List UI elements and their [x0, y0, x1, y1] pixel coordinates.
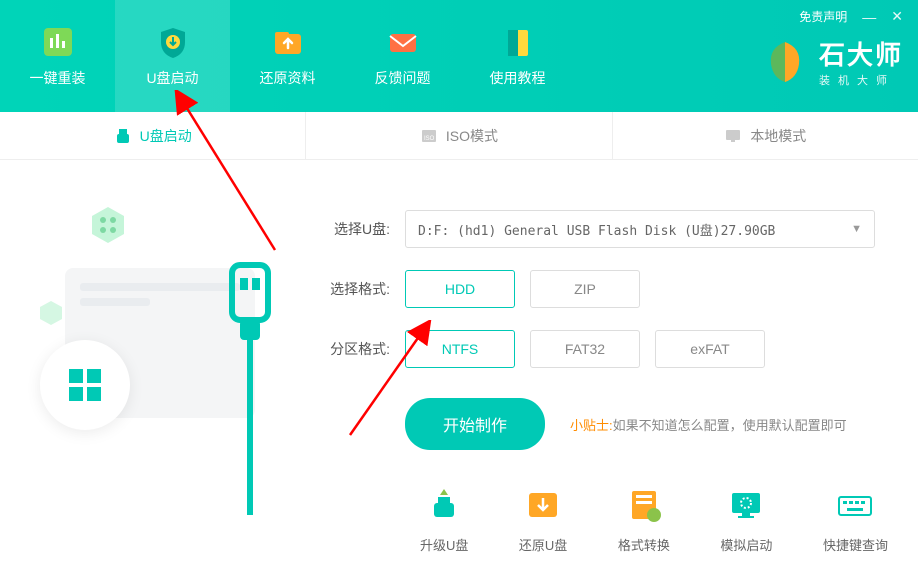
sub-tab-label: ISO模式 [446, 126, 498, 146]
tip-body: 如果不知道怎么配置，使用默认配置即可 [613, 418, 847, 433]
sub-tab-iso[interactable]: ISO ISO模式 [306, 112, 612, 159]
format-option-hdd[interactable]: HDD [405, 270, 515, 308]
action-label: 还原U盘 [519, 535, 567, 554]
header: 一键重装 U盘启动 还原资料 反馈问题 使用教程 [0, 0, 918, 112]
partition-label: 分区格式: [320, 339, 390, 359]
tip-label: 小贴士: [570, 418, 613, 433]
monitor-icon [724, 127, 742, 145]
partition-row: 分区格式: NTFS FAT32 exFAT [320, 330, 888, 368]
brand-logo-icon [761, 38, 809, 86]
usb-select[interactable]: D:F: (hd1) General USB Flash Disk (U盘)27… [405, 210, 875, 248]
sub-tab-label: U盘启动 [140, 126, 192, 146]
keyboard-icon [835, 485, 875, 525]
format-label: 选择格式: [320, 279, 390, 299]
brand-text: 石大师 装机大师 [819, 35, 903, 88]
action-row: 开始制作 小贴士:如果不知道怎么配置，使用默认配置即可 [320, 398, 888, 450]
format-row: 选择格式: HDD ZIP [320, 270, 888, 308]
action-label: 快捷键查询 [823, 535, 888, 554]
brand-title: 石大师 [819, 35, 903, 72]
convert-icon [624, 485, 664, 525]
nav-tab-tutorial[interactable]: 使用教程 [460, 0, 575, 112]
format-option-zip[interactable]: ZIP [530, 270, 640, 308]
nav-tab-usb-boot[interactable]: U盘启动 [115, 0, 230, 112]
simulate-icon [726, 485, 766, 525]
nav-tab-label: 反馈问题 [375, 68, 431, 88]
sub-tab-local[interactable]: 本地模式 [613, 112, 918, 159]
usb-icon [114, 127, 132, 145]
chevron-down-icon: ▼ [851, 223, 862, 235]
svg-text:ISO: ISO [424, 136, 435, 142]
sub-tab-label: 本地模式 [750, 126, 806, 146]
usb-select-row: 选择U盘: D:F: (hd1) General USB Flash Disk … [320, 210, 888, 248]
nav-tab-label: U盘启动 [146, 68, 198, 88]
disclaimer-link[interactable]: 免责声明 [799, 8, 847, 25]
illustration [0, 160, 310, 579]
nav-tab-label: 一键重装 [30, 68, 86, 88]
bottom-actions: 升级U盘 还原U盘 格式转换 模拟启动 快捷键查询 [420, 485, 888, 554]
brand: 石大师 装机大师 [761, 35, 903, 88]
nav-tab-label: 还原资料 [260, 68, 316, 88]
sub-tab-usb[interactable]: U盘启动 [0, 112, 306, 159]
action-label: 升级U盘 [420, 535, 468, 554]
minimize-icon[interactable]: — [862, 9, 876, 25]
action-simulate[interactable]: 模拟启动 [720, 485, 772, 554]
restore-icon [523, 485, 563, 525]
action-label: 模拟启动 [720, 535, 772, 554]
action-restore-usb[interactable]: 还原U盘 [519, 485, 567, 554]
action-upgrade-usb[interactable]: 升级U盘 [420, 485, 468, 554]
partition-option-ntfs[interactable]: NTFS [405, 330, 515, 368]
nav-tab-feedback[interactable]: 反馈问题 [345, 0, 460, 112]
book-icon [500, 24, 536, 60]
action-convert[interactable]: 格式转换 [618, 485, 670, 554]
hex-small-icon [38, 300, 64, 326]
partition-option-fat32[interactable]: FAT32 [530, 330, 640, 368]
hex-decoration-icon [88, 205, 128, 245]
usb-upgrade-icon [424, 485, 464, 525]
mail-icon [385, 24, 421, 60]
close-icon[interactable]: ✕ [891, 8, 903, 25]
header-right: 免责声明 — ✕ 石大师 装机大师 [746, 0, 918, 112]
upload-folder-icon [270, 24, 306, 60]
usb-cable-illustration [220, 260, 280, 520]
iso-icon: ISO [420, 127, 438, 145]
nav-tabs: 一键重装 U盘启动 还原资料 反馈问题 使用教程 [0, 0, 575, 112]
window-controls: 免责声明 — ✕ [799, 8, 903, 25]
shield-icon [155, 24, 191, 60]
usb-select-value: D:F: (hd1) General USB Flash Disk (U盘)27… [418, 220, 775, 239]
nav-tab-reinstall[interactable]: 一键重装 [0, 0, 115, 112]
tip-text: 小贴士:如果不知道怎么配置，使用默认配置即可 [570, 415, 847, 434]
start-button[interactable]: 开始制作 [405, 398, 545, 450]
partition-option-exfat[interactable]: exFAT [655, 330, 765, 368]
action-hotkey[interactable]: 快捷键查询 [823, 485, 888, 554]
sub-tabs: U盘启动 ISO ISO模式 本地模式 [0, 112, 918, 160]
usb-label: 选择U盘: [320, 219, 390, 239]
windows-circle-icon [40, 340, 130, 430]
nav-tab-restore[interactable]: 还原资料 [230, 0, 345, 112]
brand-subtitle: 装机大师 [819, 72, 903, 88]
chart-icon [40, 24, 76, 60]
nav-tab-label: 使用教程 [490, 68, 546, 88]
action-label: 格式转换 [618, 535, 670, 554]
